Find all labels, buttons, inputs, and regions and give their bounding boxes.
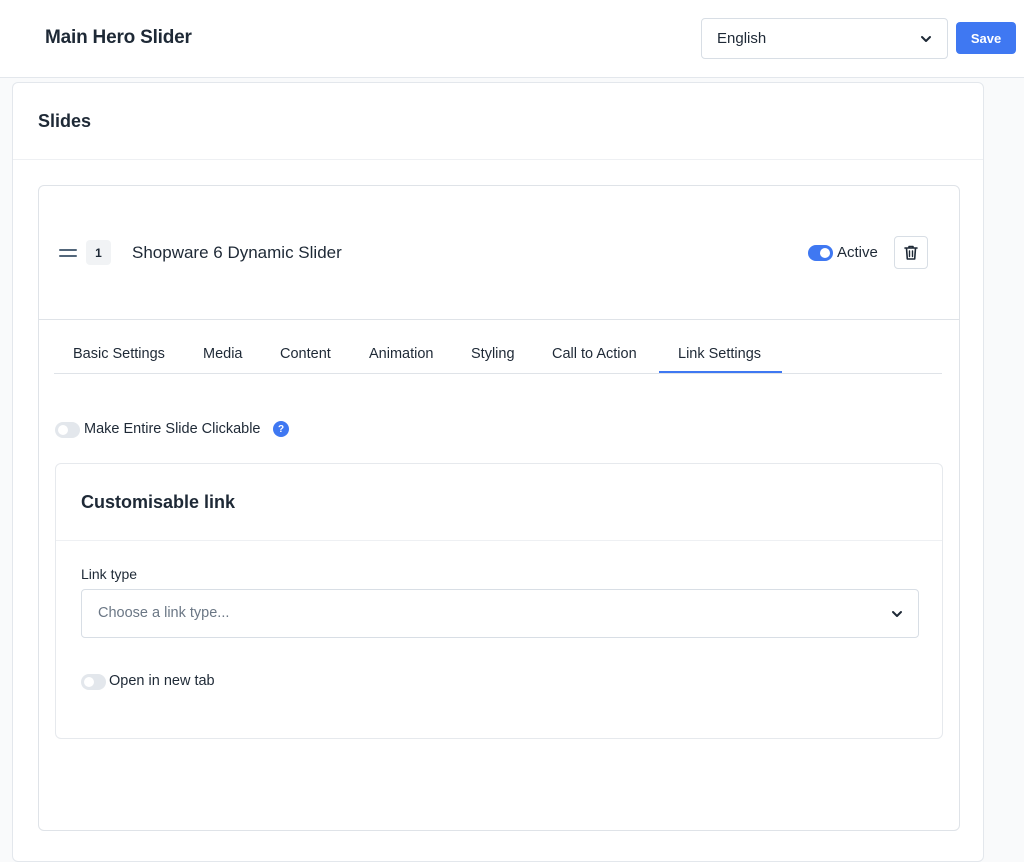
link-type-label: Link type <box>81 566 138 582</box>
top-header: Main Hero Slider English Save <box>0 0 1024 78</box>
divider <box>39 319 959 320</box>
tab-link-settings[interactable]: Link Settings <box>678 346 761 362</box>
language-select-value: English <box>717 30 767 47</box>
divider <box>56 540 942 541</box>
tab-animation[interactable]: Animation <box>369 346 433 362</box>
tab-content[interactable]: Content <box>280 346 331 362</box>
active-label: Active <box>837 244 878 261</box>
open-in-new-tab-label: Open in new tab <box>109 673 215 689</box>
customisable-link-card: Customisable link Link type Choose a lin… <box>55 463 943 739</box>
open-in-new-tab-toggle[interactable] <box>81 674 106 690</box>
page-title: Main Hero Slider <box>45 27 192 48</box>
divider <box>13 159 983 160</box>
slide-name: Shopware 6 Dynamic Slider <box>132 243 342 262</box>
active-tab-indicator <box>659 371 782 373</box>
language-select[interactable]: English <box>701 18 948 59</box>
slides-card-title: Slides <box>38 111 92 131</box>
tab-call-to-action[interactable]: Call to Action <box>552 346 637 362</box>
customisable-link-title: Customisable link <box>81 492 236 512</box>
make-slide-clickable-toggle[interactable] <box>55 422 80 438</box>
drag-handle-icon[interactable] <box>59 249 77 259</box>
slide-item: 1 Shopware 6 Dynamic Slider Active Basic… <box>38 185 960 831</box>
delete-slide-button[interactable] <box>894 236 928 269</box>
slide-number-badge: 1 <box>86 240 111 265</box>
save-button[interactable]: Save <box>956 22 1016 54</box>
make-slide-clickable-label: Make Entire Slide Clickable <box>84 421 261 437</box>
link-type-select[interactable]: Choose a link type... <box>81 589 919 638</box>
tab-styling[interactable]: Styling <box>471 346 515 362</box>
link-type-placeholder: Choose a link type... <box>98 605 230 621</box>
slides-card: Slides 1 Shopware 6 Dynamic Slider Activ… <box>12 82 984 862</box>
tab-basic-settings[interactable]: Basic Settings <box>73 346 165 362</box>
tab-media[interactable]: Media <box>203 346 243 362</box>
slide-tabs: Basic Settings Media Content Animation S… <box>54 340 942 374</box>
active-toggle[interactable] <box>808 245 833 261</box>
chevron-down-icon <box>892 611 902 617</box>
trash-icon <box>904 245 918 260</box>
chevron-down-icon <box>921 36 931 42</box>
help-icon[interactable]: ? <box>273 421 289 437</box>
